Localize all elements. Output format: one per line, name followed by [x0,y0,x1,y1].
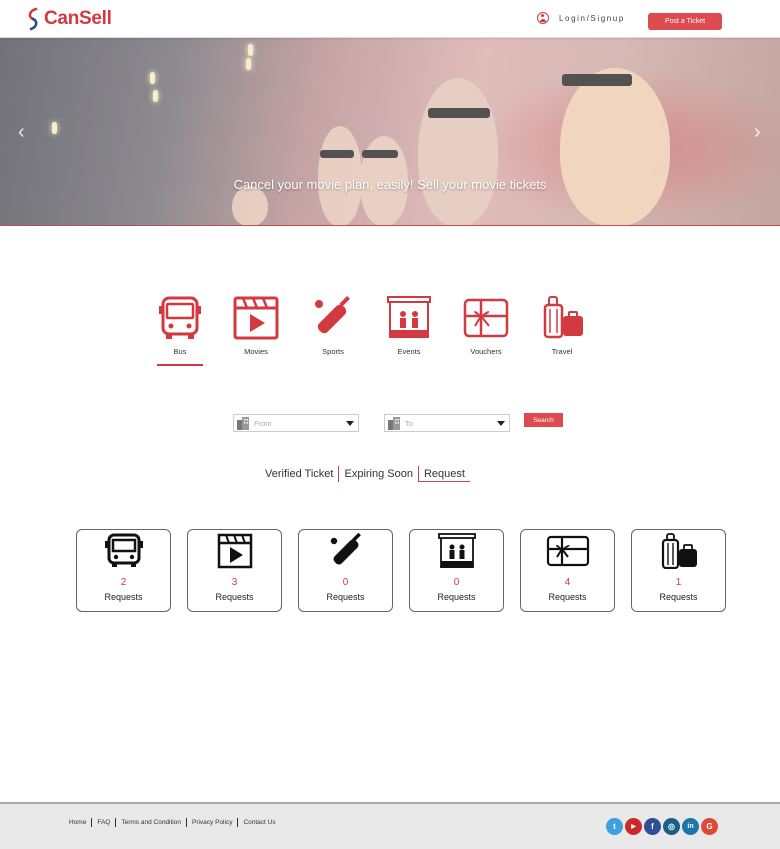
footer-links: Home FAQ Terms and Condition Privacy Pol… [69,818,276,827]
request-card-bus[interactable]: 2 Requests [76,529,171,612]
luggage-icon [543,296,583,339]
bus-icon [159,296,201,339]
google-plus-icon[interactable]: G [701,818,718,835]
request-label: Requests [548,592,587,602]
logo[interactable]: CanSell [26,6,112,32]
request-count: 2 [120,577,127,588]
footer-link-separator [115,818,117,827]
tab-expiring-soon[interactable]: Expiring Soon [339,466,418,482]
user-icon [537,12,549,24]
request-label: Requests [215,592,254,602]
footer-link-faq[interactable]: FAQ [97,819,110,826]
social-links: t ▶ f ◎ in G [606,818,720,835]
request-label: Requests [437,592,476,602]
from-placeholder: From [254,418,272,428]
request-card-travel[interactable]: 1 Requests [631,529,726,612]
category-label: Events [397,347,421,356]
cricket-bat-icon [330,533,361,565]
clapperboard-icon [217,533,252,569]
request-card-movies[interactable]: 3 Requests [187,529,282,612]
search-button[interactable]: Search [524,413,563,427]
logo-text: CanSell [44,8,112,29]
request-count: 1 [675,577,682,588]
instagram-icon[interactable]: ◎ [663,818,680,835]
category-label: Movies [244,347,268,356]
facebook-icon[interactable]: f [644,818,661,835]
hero-caption: Cancel your movie plan, easily! Sell you… [233,177,547,192]
footer-link-terms[interactable]: Terms and Condition [121,819,181,826]
category-tab-sports[interactable]: Sports [303,296,363,356]
clapperboard-icon [233,296,279,340]
request-label: Requests [659,592,698,602]
chevron-down-icon [346,420,354,426]
bus-icon [104,533,143,567]
footer-link-home[interactable]: Home [69,819,86,826]
category-label: Vouchers [470,347,502,356]
request-card-sports[interactable]: 0 Requests [298,529,393,612]
tab-verified-ticket[interactable]: Verified Ticket [260,466,338,482]
request-count: 0 [342,577,349,588]
linkedin-icon[interactable]: in [682,818,699,835]
request-label: Requests [104,592,143,602]
carousel-prev-icon[interactable]: ‹ [18,122,32,142]
footer-link-separator [91,818,93,827]
category-tab-events[interactable]: Events [379,296,439,356]
stage-icon [387,296,431,338]
category-label: Sports [322,347,344,356]
gift-icon [546,535,589,567]
category-tab-vouchers[interactable]: Vouchers [456,296,516,356]
stage-icon [437,533,476,568]
chevron-down-icon [497,420,505,426]
category-label: Bus [173,347,187,356]
category-active-underline [157,364,203,366]
request-count: 0 [453,577,460,588]
post-ticket-button[interactable]: Post a Ticket [648,13,722,30]
category-tab-bus[interactable]: Bus [150,296,210,356]
request-count: 3 [231,577,238,588]
building-icon [237,417,249,430]
footer: Home FAQ Terms and Condition Privacy Pol… [0,802,780,849]
from-select[interactable]: From [233,414,359,432]
hero-banner: ‹ › Cancel your movie plan, easily! Sell… [0,38,780,226]
login-label: Login/Signup [559,13,625,23]
footer-link-privacy[interactable]: Privacy Policy [192,819,232,826]
hero-divider [0,225,780,226]
gift-icon [463,298,509,338]
footer-link-contact[interactable]: Contact Us [243,819,275,826]
to-select[interactable]: To [384,414,510,432]
footer-link-separator [237,818,239,827]
request-card-events[interactable]: 0 Requests [409,529,504,612]
luggage-icon [661,533,697,569]
request-card-vouchers[interactable]: 4 Requests [520,529,615,612]
hero-overlay [0,38,780,226]
carousel-next-icon[interactable]: › [754,122,768,142]
header: CanSell Login/Signup Post a Ticket [0,0,780,38]
building-icon [388,417,400,430]
youtube-icon[interactable]: ▶ [625,818,642,835]
request-label: Requests [326,592,365,602]
tab-request[interactable]: Request [418,466,470,482]
footer-link-separator [185,818,187,827]
category-tab-movies[interactable]: Movies [226,296,286,356]
cricket-bat-icon [315,296,350,334]
request-count: 4 [564,577,571,588]
login-signup-link[interactable]: Login/Signup [537,12,625,24]
twitter-icon[interactable]: t [606,818,623,835]
category-label: Travel [551,347,573,356]
category-tab-travel[interactable]: Travel [532,296,592,356]
logo-mark-icon [28,7,38,31]
to-placeholder: To [405,418,413,428]
ticket-filter-tabs: Verified Ticket Expiring Soon Request [260,466,470,482]
